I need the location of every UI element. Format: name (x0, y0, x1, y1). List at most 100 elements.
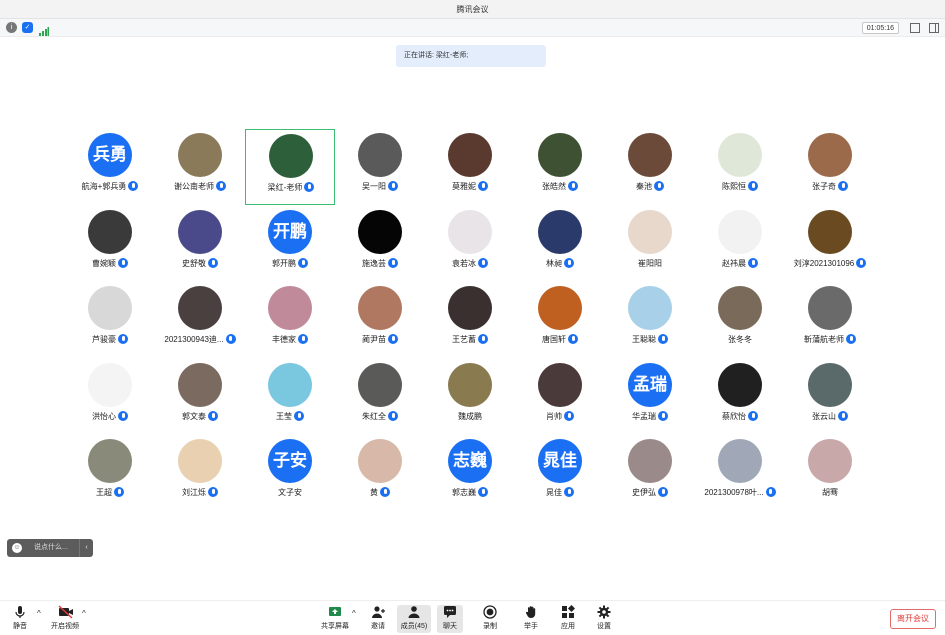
avatar (448, 286, 492, 330)
participant-tile[interactable]: 吴一阳 (335, 129, 425, 205)
info-icon[interactable]: i (6, 22, 17, 33)
participant-tile[interactable]: 王艺蓄 (425, 282, 515, 358)
participant-tile[interactable]: 刘淳2021301096 (785, 206, 875, 282)
leave-meeting-button[interactable]: 离开会议 (890, 609, 936, 629)
participant-name-row: 王莹 (245, 410, 335, 424)
participant-tile[interactable]: 陈熙恒 (695, 129, 785, 205)
microphone-icon (298, 257, 308, 268)
participant-tile[interactable]: 兵勇 航海+郭兵勇 (65, 129, 155, 205)
invite-user-icon (371, 605, 385, 619)
microphone-icon (478, 181, 488, 191)
participant-tile[interactable]: 蔺尹苗 (335, 282, 425, 358)
avatar (88, 439, 132, 483)
mute-button[interactable]: 静音 (6, 605, 34, 633)
participant-tile[interactable]: 洪怡心 (65, 359, 155, 435)
fullscreen-icon[interactable] (910, 23, 920, 33)
apps-button[interactable]: 应用 (556, 604, 580, 633)
start-video-button[interactable]: 开启视频 (48, 605, 82, 633)
participant-name: 张子奇 (812, 182, 836, 191)
avatar (269, 134, 313, 178)
microphone-icon (856, 257, 867, 268)
participant-tile[interactable]: 张子奇 (785, 129, 875, 205)
apps-grid-icon (561, 604, 576, 619)
participant-tile[interactable]: 崔阳阳 (605, 206, 695, 282)
participant-tile[interactable]: 施逸芸 (335, 206, 425, 282)
participant-tile[interactable]: 志巍 郭志巍 (425, 435, 515, 511)
participant-tile[interactable]: 王聪聪 (605, 282, 695, 358)
participant-tile[interactable]: 晁佳 晁佳 (515, 435, 605, 511)
invite-button[interactable]: 邀请 (365, 605, 391, 633)
avatar (448, 209, 492, 254)
shield-icon[interactable]: ✓ (22, 22, 33, 33)
participant-tile[interactable]: 孟瑞 华孟瑞 (605, 359, 695, 435)
members-button[interactable]: 成员(45) (397, 605, 431, 633)
participant-tile[interactable]: 袁若冰 (425, 206, 515, 282)
participant-tile[interactable]: 史舒敬 (155, 206, 245, 282)
participant-name: 芦骏豪 (92, 335, 116, 344)
participant-tile[interactable]: 张云山 (785, 359, 875, 435)
participant-tile[interactable]: 莫雅妮 (425, 129, 515, 205)
participant-name-row: 王聪聪 (605, 333, 695, 347)
chat-button[interactable]: 聊天 (437, 605, 463, 633)
chat-input-pill[interactable]: ☺ 说点什么... ‹ (7, 539, 93, 557)
participant-name-row: 秦池 (605, 180, 695, 194)
participant-tile[interactable]: 王莹 (245, 359, 335, 435)
hand-icon (524, 605, 538, 619)
share-options-chevron-icon[interactable]: ^ (352, 609, 356, 618)
participant-tile[interactable]: 唐国轩 (515, 282, 605, 358)
participant-tile[interactable]: 张皓然 (515, 129, 605, 205)
participant-tile[interactable]: 王超 (65, 435, 155, 511)
participant-tile[interactable]: 郭文泰 (155, 359, 245, 435)
participant-name-row: 朱红全 (335, 410, 425, 424)
settings-button[interactable]: 设置 (592, 605, 616, 633)
participant-tile[interactable]: 芦骏豪 (65, 282, 155, 358)
participant-tile[interactable]: 子安 文子安 (245, 435, 335, 511)
participant-tile[interactable]: 张冬冬 (695, 282, 785, 358)
participant-name: 王莹 (276, 411, 292, 421)
microphone-icon (208, 257, 218, 268)
participant-name-row: 张云山 (785, 410, 875, 424)
participant-tile[interactable]: 靳蒲航老师 (785, 282, 875, 358)
collapse-chevron-icon[interactable]: ‹ (79, 539, 93, 557)
participant-tile[interactable]: 肖帅 (515, 359, 605, 435)
participant-name: 秦池 (636, 182, 652, 191)
participant-tile[interactable]: 梁红-老师 (245, 129, 335, 205)
participant-tile[interactable]: 秦池 (605, 129, 695, 205)
participant-tile[interactable]: 林昶 (515, 206, 605, 282)
signal-icon[interactable] (39, 23, 49, 36)
chat-placeholder[interactable]: 说点什么... (34, 539, 68, 557)
participant-tile[interactable]: 刘江烁 (155, 435, 245, 511)
sidebar-icon[interactable] (929, 23, 939, 33)
participant-tile[interactable]: 2021300978叶... (695, 435, 785, 511)
participant-tile[interactable]: 史伊弘 (605, 435, 695, 511)
avatar (358, 362, 402, 407)
participant-name: 朱红全 (362, 411, 386, 421)
video-options-chevron-icon[interactable]: ^ (82, 609, 86, 618)
participant-tile[interactable]: 胡骞 (785, 435, 875, 511)
participant-name: 黄 (370, 488, 378, 497)
raise-hand-button[interactable]: 举手 (519, 605, 543, 633)
microphone-icon (380, 487, 390, 497)
participant-name: 魏成鹏 (458, 411, 482, 421)
window-title: 腾讯会议 (456, 5, 489, 14)
participant-tile[interactable]: 魏成鹏 (425, 359, 515, 435)
participant-tile[interactable]: 朱红全 (335, 359, 425, 435)
share-screen-button[interactable]: 共享屏幕 (320, 605, 350, 633)
participant-tile[interactable]: 丰德家 (245, 282, 335, 358)
participant-name: 丰德家 (272, 335, 296, 344)
avatar (538, 209, 582, 254)
participant-tile[interactable]: 谢公南老师 (155, 129, 245, 205)
status-bar: i ✓ 01:05:16 (0, 19, 945, 37)
emoji-icon[interactable]: ☺ (12, 543, 22, 553)
participant-tile[interactable]: 黄 (335, 435, 425, 511)
participant-name: 张冬冬 (728, 335, 752, 344)
participant-tile[interactable]: 开鹏 郭开鹏 (245, 206, 335, 282)
avatar (178, 362, 222, 407)
participant-tile[interactable]: 曹婉颖 (65, 206, 155, 282)
record-button[interactable]: 录制 (478, 605, 502, 633)
participant-tile[interactable]: 2021300943迪... (155, 282, 245, 358)
participant-tile[interactable]: 赵祎晨 (695, 206, 785, 282)
participant-name-row: 郭志巍 (425, 486, 515, 500)
mute-options-chevron-icon[interactable]: ^ (37, 609, 41, 618)
participant-tile[interactable]: 蔡欣怡 (695, 359, 785, 435)
